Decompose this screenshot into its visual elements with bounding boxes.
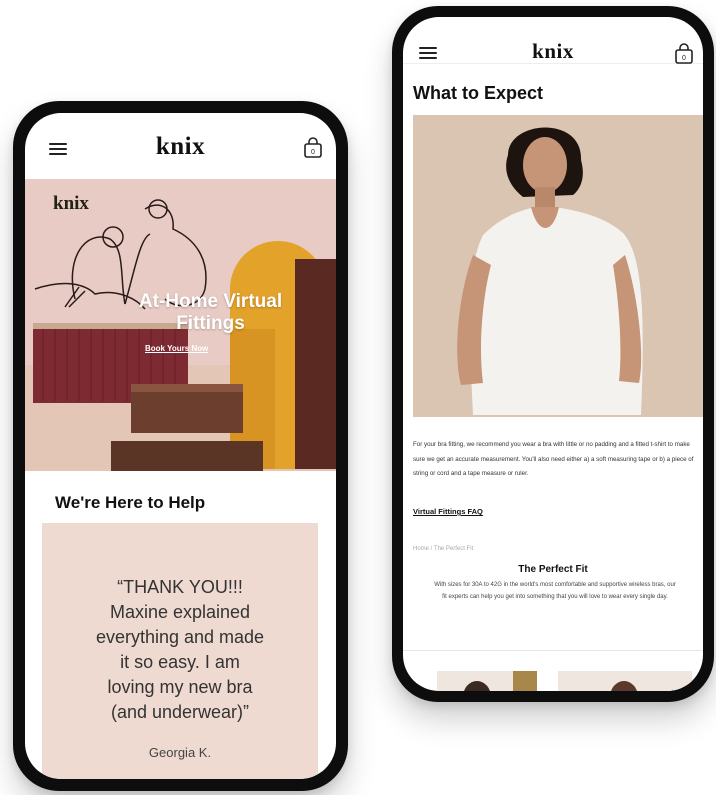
divider bbox=[403, 650, 703, 651]
hero-title: At-Home Virtual Fittings bbox=[85, 291, 336, 335]
virtual-fittings-faq-link[interactable]: Virtual Fittings FAQ bbox=[413, 507, 483, 516]
book-now-link[interactable]: Book Yours Now bbox=[145, 344, 208, 353]
bag-count: 0 bbox=[311, 149, 315, 156]
quote-line: (and underwear)” bbox=[110, 702, 250, 722]
right-phone: knix 0 What to Expect For your bra fitti… bbox=[392, 6, 714, 702]
testimonial-quote: “THANK YOU!!! Maxine explained everythin… bbox=[56, 575, 304, 725]
model-image bbox=[413, 115, 703, 417]
left-phone: knix 0 knix At-Home Virtual Fittings Boo… bbox=[13, 101, 348, 791]
left-app-header: knix 0 bbox=[25, 113, 336, 175]
hero-banner[interactable]: knix At-Home Virtual Fittings Book Yours… bbox=[25, 179, 336, 471]
quote-line: Maxine explained bbox=[109, 602, 251, 622]
quote-line: it so easy. I am bbox=[120, 652, 240, 672]
perfect-fit-title: The Perfect Fit bbox=[518, 564, 588, 575]
brand-logo[interactable]: knix bbox=[403, 39, 703, 64]
bag-count: 0 bbox=[682, 55, 686, 62]
fitting-instructions: For your bra fitting, we recommend you w… bbox=[413, 441, 694, 477]
right-app-header: knix 0 bbox=[403, 17, 703, 64]
product-thumbnail[interactable] bbox=[437, 671, 537, 691]
page-title: What to Expect bbox=[413, 83, 544, 103]
testimonial-card: “THANK YOU!!! Maxine explained everythin… bbox=[42, 523, 318, 779]
quote-line: “THANK YOU!!! bbox=[117, 577, 243, 597]
brand-logo[interactable]: knix bbox=[25, 133, 336, 161]
product-photo bbox=[413, 115, 703, 417]
left-phone-screen: knix 0 knix At-Home Virtual Fittings Boo… bbox=[25, 113, 336, 779]
section-title: We're Here to Help bbox=[55, 493, 206, 512]
hero-brand-logo: knix bbox=[53, 193, 89, 214]
hero-title-line-2: Fittings bbox=[176, 313, 245, 334]
right-phone-screen: knix 0 What to Expect For your bra fitti… bbox=[403, 17, 703, 691]
shopping-bag-icon[interactable]: 0 bbox=[674, 43, 694, 65]
product-thumbnail[interactable] bbox=[558, 671, 692, 691]
shopping-bag-icon[interactable]: 0 bbox=[303, 137, 323, 159]
quote-line: everything and made bbox=[95, 627, 265, 647]
breadcrumb[interactable]: Home / The Perfect Fit bbox=[413, 546, 473, 552]
perfect-fit-description: With sizes for 30A to 42G in the world's… bbox=[434, 582, 676, 600]
testimonial-author: Georgia K. bbox=[148, 745, 212, 760]
quote-line: loving my new bra bbox=[107, 677, 253, 697]
hero-title-line-1: At-Home Virtual bbox=[138, 291, 283, 312]
